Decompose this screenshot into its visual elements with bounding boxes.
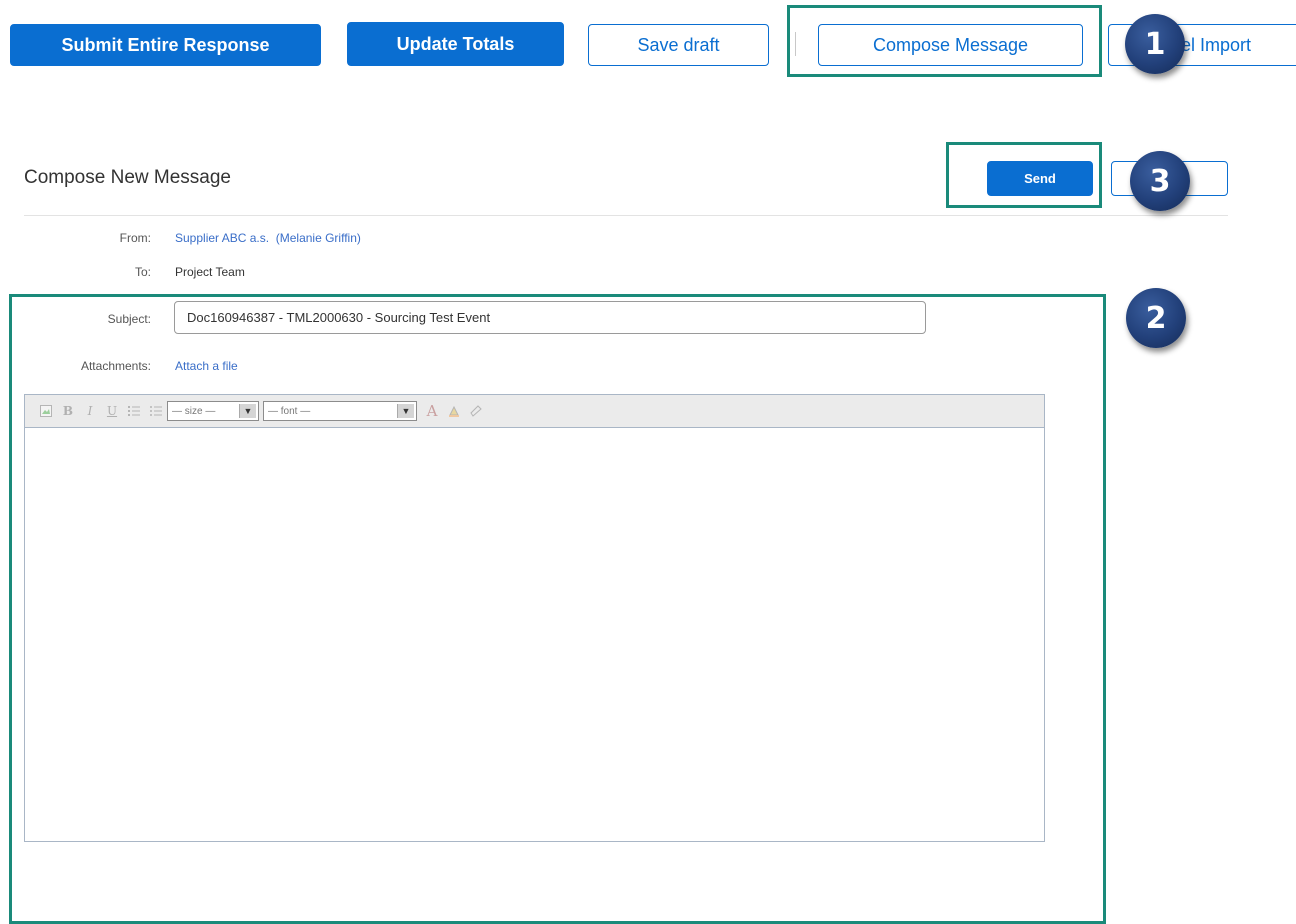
- to-label: To:: [134, 265, 151, 279]
- step-1-badge: 1: [1125, 14, 1185, 74]
- message-body-highlight: [9, 294, 1106, 924]
- to-value: Project Team: [175, 265, 245, 279]
- header-divider: [24, 215, 1228, 216]
- step-3-badge: 3: [1130, 151, 1190, 211]
- send-highlight: [946, 142, 1102, 208]
- excel-import-label: el Import: [1181, 34, 1252, 55]
- step-2-badge: 2: [1126, 288, 1186, 348]
- from-value: Supplier ABC a.s. (Melanie Griffin): [175, 231, 361, 245]
- from-label: From:: [119, 231, 151, 245]
- compose-title: Compose New Message: [24, 167, 231, 188]
- from-company-link[interactable]: Supplier ABC a.s.: [175, 231, 269, 245]
- update-totals-button[interactable]: Update Totals: [347, 22, 564, 66]
- save-draft-button[interactable]: Save draft: [588, 24, 769, 66]
- compose-message-highlight: [787, 5, 1102, 77]
- submit-entire-response-button[interactable]: Submit Entire Response: [10, 24, 321, 66]
- from-person-link[interactable]: (Melanie Griffin): [276, 231, 361, 245]
